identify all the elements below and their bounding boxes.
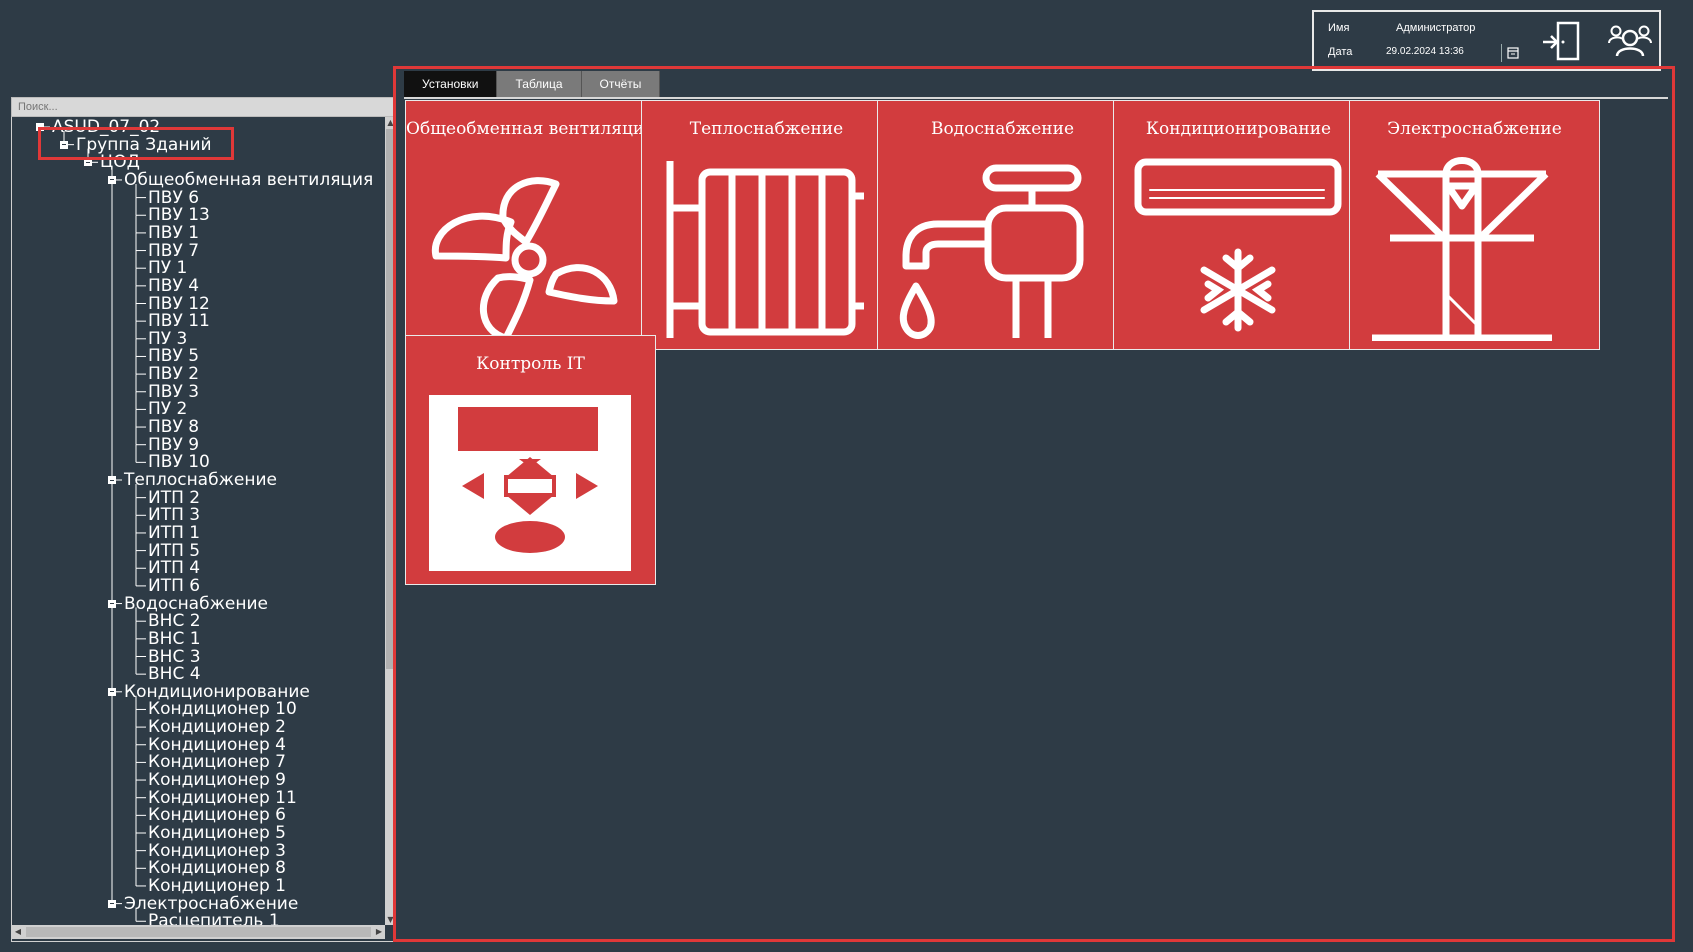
collapse-icon[interactable]: [108, 476, 116, 484]
tree-group-item[interactable]: Электроснабжение: [124, 895, 298, 913]
tree-leaf-item[interactable]: Кондиционер 2: [148, 718, 286, 736]
collapse-icon[interactable]: [108, 899, 116, 908]
tab-bar: Установки Таблица Отчёты: [404, 71, 661, 97]
air-conditioner-icon: [1134, 158, 1342, 332]
calendar-icon[interactable]: [1501, 44, 1520, 62]
date-value: 29.02.2024 13:36: [1386, 46, 1464, 57]
tile-ventilation[interactable]: Общеобменная вентиляция: [405, 100, 656, 350]
tree-leaf-item[interactable]: Кондиционер 3: [148, 842, 286, 860]
scroll-left-icon[interactable]: ◀: [12, 925, 24, 939]
date-label: Дата: [1328, 46, 1353, 58]
tree-leaf-item[interactable]: ПВУ 11: [148, 312, 210, 330]
tree-leaf-item[interactable]: ПВУ 12: [148, 295, 210, 313]
tree-leaf-item[interactable]: Кондиционер 9: [148, 771, 286, 789]
tab-reports[interactable]: Отчёты: [581, 71, 661, 97]
tree-leaf-item[interactable]: ПВУ 9: [148, 436, 199, 454]
tree-leaf-item[interactable]: Кондиционер 11: [148, 789, 297, 807]
water-tap-icon: [899, 164, 1084, 339]
tree-group-item[interactable]: Теплоснабжение: [124, 471, 277, 489]
navigation-panel: ASUD_07_02Группа ЗданийЦОДОбщеобменная в…: [11, 97, 397, 942]
tile-label: Общеобменная вентиляция: [406, 119, 655, 139]
tree-leaf-item[interactable]: ПУ 3: [148, 330, 187, 348]
search-input[interactable]: [11, 97, 396, 117]
horizontal-scroll-thumb[interactable]: [26, 927, 371, 937]
tile-it-control[interactable]: Контроль IT: [405, 335, 656, 585]
tree-leaf-item[interactable]: ПВУ 3: [148, 383, 199, 401]
tree-leaf-item[interactable]: ПВУ 8: [148, 418, 199, 436]
main-content: Установки Таблица Отчёты Общеобменная ве…: [393, 66, 1675, 942]
selection-highlight-box: [38, 127, 234, 160]
tree-leaf-item[interactable]: ПУ 1: [148, 259, 187, 277]
users-icon[interactable]: [1606, 18, 1654, 66]
logout-icon[interactable]: [1540, 20, 1584, 64]
tree-leaf-item[interactable]: ПВУ 2: [148, 365, 199, 383]
user-name: Администратор: [1396, 22, 1476, 34]
tile-label: Кондиционирование: [1145, 119, 1332, 139]
tile-label: Теплоснабжение: [689, 119, 844, 139]
tree-leaf-item[interactable]: ПВУ 1: [148, 224, 199, 242]
tree-leaf-item[interactable]: ПВУ 6: [148, 189, 199, 207]
name-label: Имя: [1328, 22, 1350, 34]
tree-leaf-item[interactable]: ИТП 2: [148, 489, 200, 507]
tree-group-item[interactable]: Водоснабжение: [124, 595, 268, 613]
tree-leaf-item[interactable]: ИТП 6: [148, 577, 200, 595]
tile-label: Водоснабжение: [930, 119, 1075, 139]
tree-leaf-item[interactable]: ИТП 1: [148, 524, 200, 542]
tree-leaf-item[interactable]: Кондиционер 6: [148, 806, 286, 824]
fan-icon: [431, 177, 618, 341]
collapse-icon[interactable]: [108, 175, 116, 184]
tab-table[interactable]: Таблица: [497, 71, 582, 97]
tab-underline: [404, 97, 1668, 99]
user-info-panel: Имя Администратор Дата 29.02.2024 13:36: [1312, 10, 1661, 71]
tree-group-item[interactable]: Общеобменная вентиляция: [124, 171, 373, 189]
power-tower-icon: [1372, 157, 1552, 341]
tree-leaf-item[interactable]: ПВУ 10: [148, 453, 210, 471]
tree-leaf-item[interactable]: ПВУ 13: [148, 206, 210, 224]
tree-group-item[interactable]: Кондиционирование: [124, 683, 310, 701]
tile-power-supply[interactable]: Электроснабжение: [1349, 100, 1600, 350]
collapse-icon[interactable]: [108, 599, 116, 608]
it-control-icon: [429, 395, 631, 571]
radiator-icon: [666, 161, 864, 338]
tree-leaf-item[interactable]: ПВУ 4: [148, 277, 199, 295]
tree-leaf-item[interactable]: Кондиционер 1: [148, 877, 286, 895]
tab-installations[interactable]: Установки: [404, 71, 498, 97]
tile-water-supply[interactable]: Водоснабжение: [877, 100, 1128, 350]
tree-leaf-item[interactable]: ПУ 2: [148, 400, 187, 418]
horizontal-scrollbar[interactable]: ◀ ▶: [12, 925, 385, 939]
tree-leaf-item[interactable]: Кондиционер 5: [148, 824, 286, 842]
tile-label: Электроснабжение: [1387, 119, 1562, 139]
tree-leaf-item[interactable]: ИТП 4: [148, 559, 200, 577]
object-tree: ASUD_07_02 Группа Зданий ЦОД Общеобменная в…: [11, 117, 397, 942]
tree-leaf-item[interactable]: ИТП 5: [148, 542, 200, 560]
tree-leaf-item[interactable]: ВНС 1: [148, 630, 201, 648]
tree-leaf-item[interactable]: Кондиционер 8: [148, 859, 286, 877]
tree-leaf-item[interactable]: ПВУ 7: [148, 242, 199, 260]
tree-leaf-item[interactable]: ВНС 4: [148, 665, 201, 683]
collapse-icon[interactable]: [108, 687, 116, 696]
tree-leaf-item[interactable]: ПВУ 5: [148, 347, 199, 365]
tile-air-conditioning[interactable]: Кондиционирование: [1113, 100, 1364, 350]
tile-heating[interactable]: Теплоснабжение: [641, 100, 892, 350]
tile-label: Контроль IT: [476, 354, 585, 374]
tree-leaf-item[interactable]: ВНС 2: [148, 612, 201, 630]
tree-leaf-item[interactable]: Кондиционер 7: [148, 753, 286, 771]
tree-leaf-item[interactable]: Кондиционер 10: [148, 700, 297, 718]
tree-leaf-item[interactable]: ИТП 3: [148, 506, 200, 524]
scroll-right-icon[interactable]: ▶: [373, 925, 385, 939]
tree-leaf-item[interactable]: Кондиционер 4: [148, 736, 286, 754]
tree-leaf-item[interactable]: ВНС 3: [148, 648, 201, 666]
